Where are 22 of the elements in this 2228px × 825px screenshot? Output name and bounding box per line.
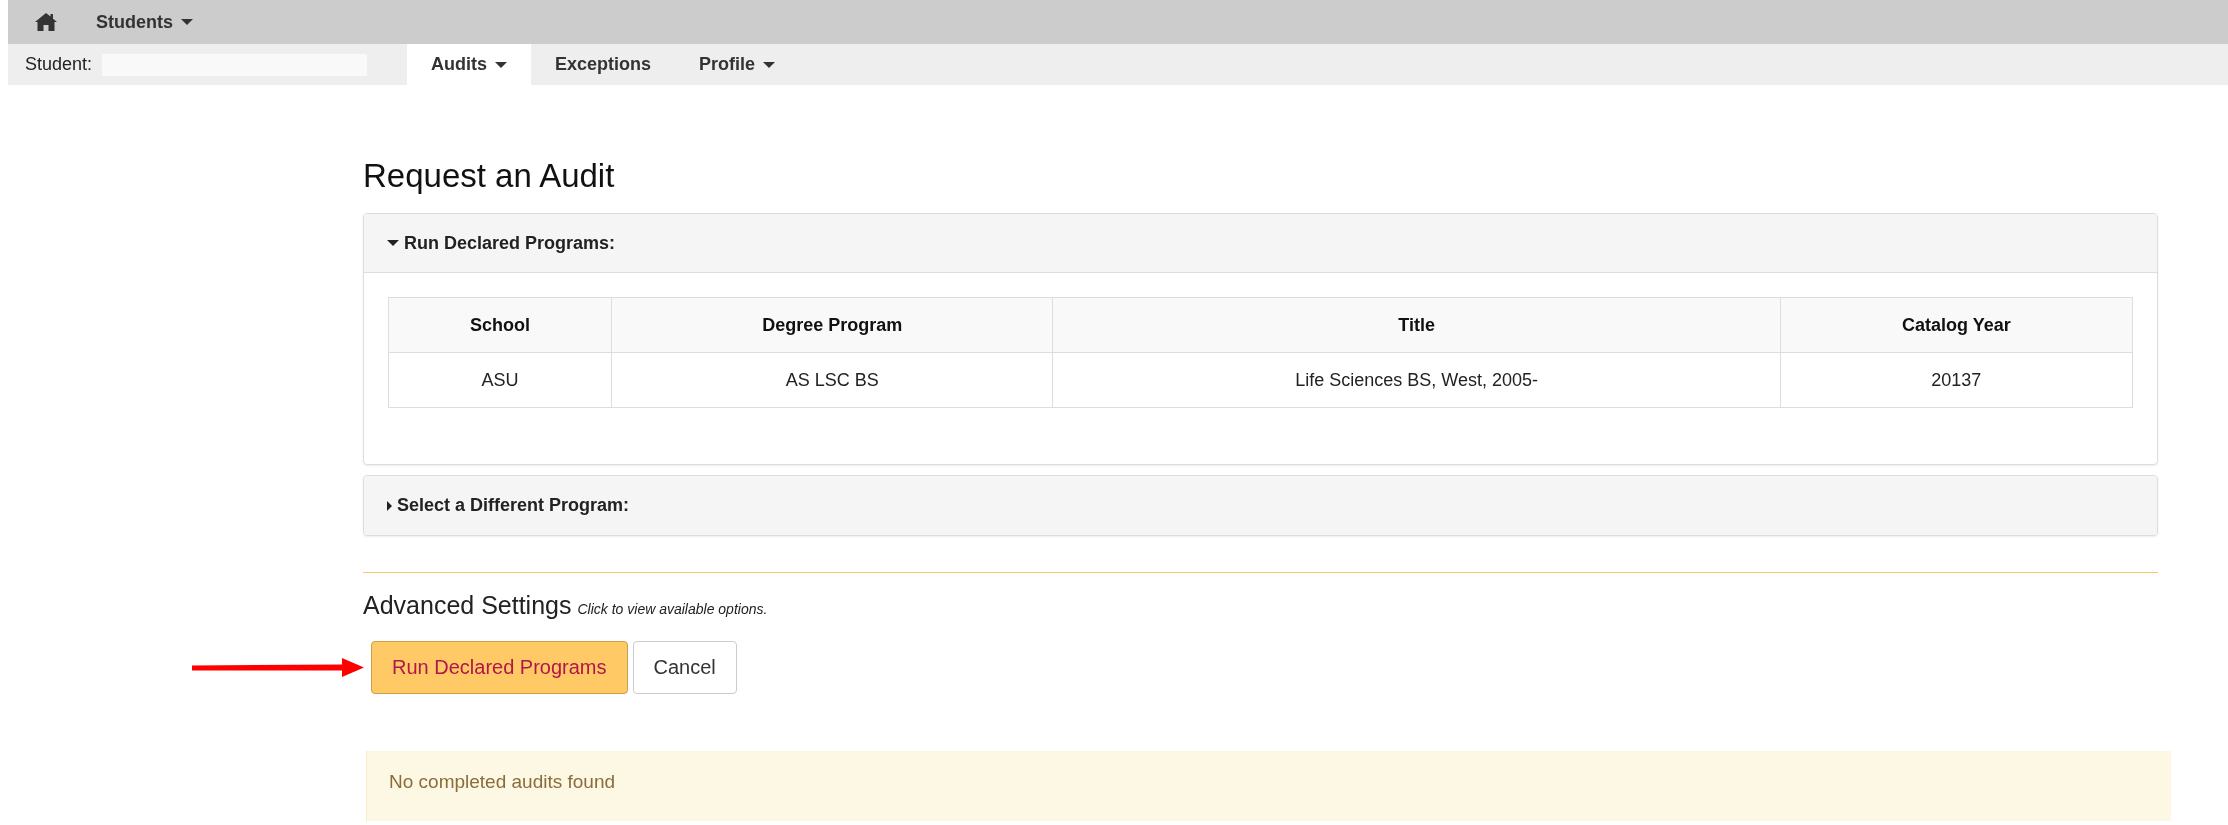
alert-message: No completed audits found — [366, 751, 2171, 821]
panel-header[interactable]: Select a Different Program: — [364, 476, 2157, 535]
table-cell: Life Sciences BS, West, 2005- — [1052, 352, 1781, 408]
nav-tab[interactable]: Profile — [675, 44, 800, 85]
home-icon[interactable] — [34, 12, 58, 32]
column-header: Catalog Year — [1780, 297, 2133, 353]
run-button[interactable]: Run Declared Programs — [371, 641, 628, 694]
student-label: Student: — [25, 54, 93, 75]
advanced-settings-title[interactable]: Advanced Settings — [363, 591, 572, 620]
column-header: School — [388, 297, 612, 353]
cancel-button[interactable]: Cancel — [632, 641, 737, 694]
column-header: Degree Program — [611, 297, 1053, 353]
column-header: Title — [1052, 297, 1781, 353]
students-menu[interactable]: Students — [88, 0, 209, 44]
table-cell: AS LSC BS — [611, 352, 1053, 408]
nav-tab[interactable]: Audits — [407, 44, 532, 85]
table-cell: 20137 — [1780, 352, 2133, 408]
table-cell: ASU — [388, 352, 612, 408]
advanced-settings-hint: Click to view available options. — [577, 601, 768, 617]
page-title: Request an Audit — [363, 157, 616, 195]
panel-header[interactable]: Run Declared Programs: — [364, 214, 2157, 273]
nav-tab[interactable]: Exceptions — [531, 44, 676, 85]
